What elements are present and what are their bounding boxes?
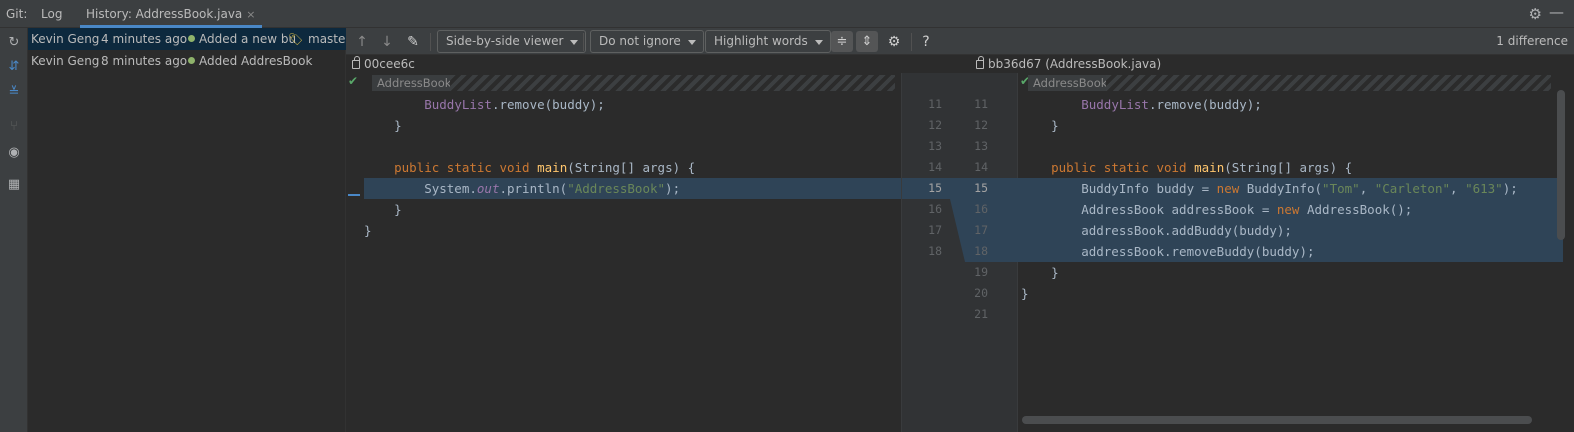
code-line: }	[364, 118, 402, 133]
vertical-scrollbar[interactable]	[1557, 90, 1565, 240]
line-number: 14	[928, 160, 942, 174]
diff-gutter: 11 12 13 14 15 16 17 18 11 12 13 14 15 16 17 18 19 20 21	[901, 73, 1019, 432]
code-line: public static void main(String[] args) {	[1051, 160, 1353, 175]
code-line: }	[364, 202, 402, 217]
line-number: 16	[974, 202, 988, 216]
breadcrumb[interactable]: AddressBook	[372, 75, 457, 91]
branch-label: master	[308, 32, 346, 46]
tag-icon: 🏷	[288, 32, 304, 46]
code-line: addressBook.addBuddy(buddy);	[1021, 223, 1292, 238]
tool-window-tab-bar: Git: Log History: AddressBook.java × ⚙ —	[0, 0, 1574, 28]
line-number: 14	[974, 160, 988, 174]
line-number: 15	[974, 181, 988, 195]
difference-count: 1 difference	[1496, 34, 1568, 48]
branch-icon[interactable]: ⑂	[5, 118, 23, 136]
eye-icon[interactable]: ◉	[5, 144, 23, 162]
commit-message: Added a new bu	[199, 32, 297, 46]
highlight-dropdown[interactable]: Highlight words	[705, 30, 831, 53]
line-number: 17	[974, 223, 988, 237]
commit-list: Kevin Geng 4 minutes ago Added a new bu …	[28, 28, 346, 432]
line-number: 15	[928, 181, 942, 195]
toolbar-separator	[911, 33, 912, 51]
code-line: }	[1021, 118, 1059, 133]
ignore-dropdown[interactable]: Do not ignore	[590, 30, 704, 53]
line-number: 18	[928, 244, 942, 258]
revision-header: 00cee6c bb36d67 (AddressBook.java)	[346, 55, 1574, 73]
left-editor[interactable]: ✔ AddressBook BuddyList.remove(buddy); }…	[346, 73, 901, 432]
help-icon[interactable]: ?	[916, 32, 936, 52]
commit-date: 4 minutes ago	[101, 32, 188, 46]
left-revision-label: 00cee6c	[364, 57, 415, 71]
tab-history[interactable]: History: AddressBook.java ×	[80, 0, 262, 28]
gear-icon[interactable]: ⚙	[1529, 5, 1542, 23]
previous-difference-icon[interactable]: ↑	[352, 32, 372, 52]
line-number: 13	[974, 139, 988, 153]
commit-row[interactable]: Kevin Geng 8 minutes ago Added AddresBoo…	[28, 50, 346, 72]
minimize-icon[interactable]: —	[1549, 3, 1564, 21]
next-difference-icon[interactable]: ↓	[377, 32, 397, 52]
code-line: addressBook.removeBuddy(buddy);	[1021, 244, 1315, 259]
edit-icon[interactable]: ✎	[403, 32, 423, 52]
breadcrumb[interactable]: AddressBook	[1028, 75, 1113, 91]
viewer-dropdown[interactable]: Side-by-side viewer	[437, 30, 587, 53]
layout-icon[interactable]: ▦	[5, 176, 23, 194]
right-revision-label: bb36d67 (AddressBook.java)	[988, 57, 1162, 71]
line-number: 16	[928, 202, 942, 216]
commit-row[interactable]: Kevin Geng 4 minutes ago Added a new bu …	[28, 28, 346, 50]
line-number: 18	[974, 244, 988, 258]
commit-author: Kevin Geng	[31, 54, 100, 68]
sync-scroll-icon[interactable]: ⇕	[856, 31, 878, 52]
line-number: 20	[974, 286, 988, 300]
show-diff-icon[interactable]: ≚	[5, 84, 23, 102]
commit-node-icon	[188, 57, 195, 64]
change-marker	[348, 194, 360, 196]
code-line: }	[1021, 265, 1059, 280]
code-line: BuddyList.remove(buddy);	[1081, 97, 1262, 112]
toolbar-separator	[430, 33, 431, 51]
commit-message: Added AddresBook	[199, 54, 313, 68]
code-line: }	[1021, 286, 1029, 301]
right-editor[interactable]: ✔ AddressBook BuddyList.remove(buddy); }…	[1018, 73, 1574, 432]
git-label: Git:	[6, 7, 28, 21]
line-number: 19	[974, 265, 988, 279]
line-number: 17	[928, 223, 942, 237]
line-number: 11	[974, 97, 988, 111]
compare-icon[interactable]: ⇵	[5, 58, 23, 76]
tab-log[interactable]: Log	[35, 0, 68, 28]
refresh-icon[interactable]: ↻	[5, 34, 23, 52]
horizontal-scrollbar[interactable]	[1022, 416, 1532, 424]
check-icon: ✔	[348, 74, 359, 88]
lock-icon	[976, 56, 984, 69]
right-revision: bb36d67 (AddressBook.java)	[976, 56, 1162, 71]
toolbar-separator	[583, 33, 584, 51]
line-number: 12	[928, 118, 942, 132]
folded-region	[1106, 75, 1551, 91]
tab-history-label: History: AddressBook.java	[86, 7, 243, 21]
left-revision: 00cee6c	[352, 56, 415, 71]
line-number: 12	[974, 118, 988, 132]
line-number: 11	[928, 97, 942, 111]
code-line: System.out.println("AddressBook");	[364, 181, 681, 196]
diff-toolbar: ↑ ↓ ✎ Side-by-side viewer Do not ignore …	[346, 28, 1574, 55]
code-line: BuddyList.remove(buddy);	[424, 97, 605, 112]
line-number: 13	[928, 139, 942, 153]
commit-date: 8 minutes ago	[101, 54, 188, 68]
tab-log-label: Log	[41, 7, 63, 21]
code-line: AddressBook addressBook = new AddressBoo…	[1021, 202, 1413, 217]
code-line: public static void main(String[] args) {	[394, 160, 696, 175]
line-number: 21	[974, 307, 988, 321]
code-line: }	[364, 223, 372, 238]
collapse-unchanged-icon[interactable]: ≑	[831, 31, 853, 52]
code-line: BuddyInfo buddy = new BuddyInfo("Tom", "…	[1021, 181, 1518, 196]
settings-icon[interactable]: ⚙	[884, 32, 904, 52]
commit-author: Kevin Geng	[31, 32, 100, 46]
folded-region	[450, 75, 895, 91]
close-icon[interactable]: ×	[246, 8, 255, 21]
lock-icon	[352, 56, 360, 69]
commit-node-icon	[188, 35, 195, 42]
history-toolbar: ↻ ⇵ ≚ ⑂ ◉ ▦	[0, 28, 28, 432]
